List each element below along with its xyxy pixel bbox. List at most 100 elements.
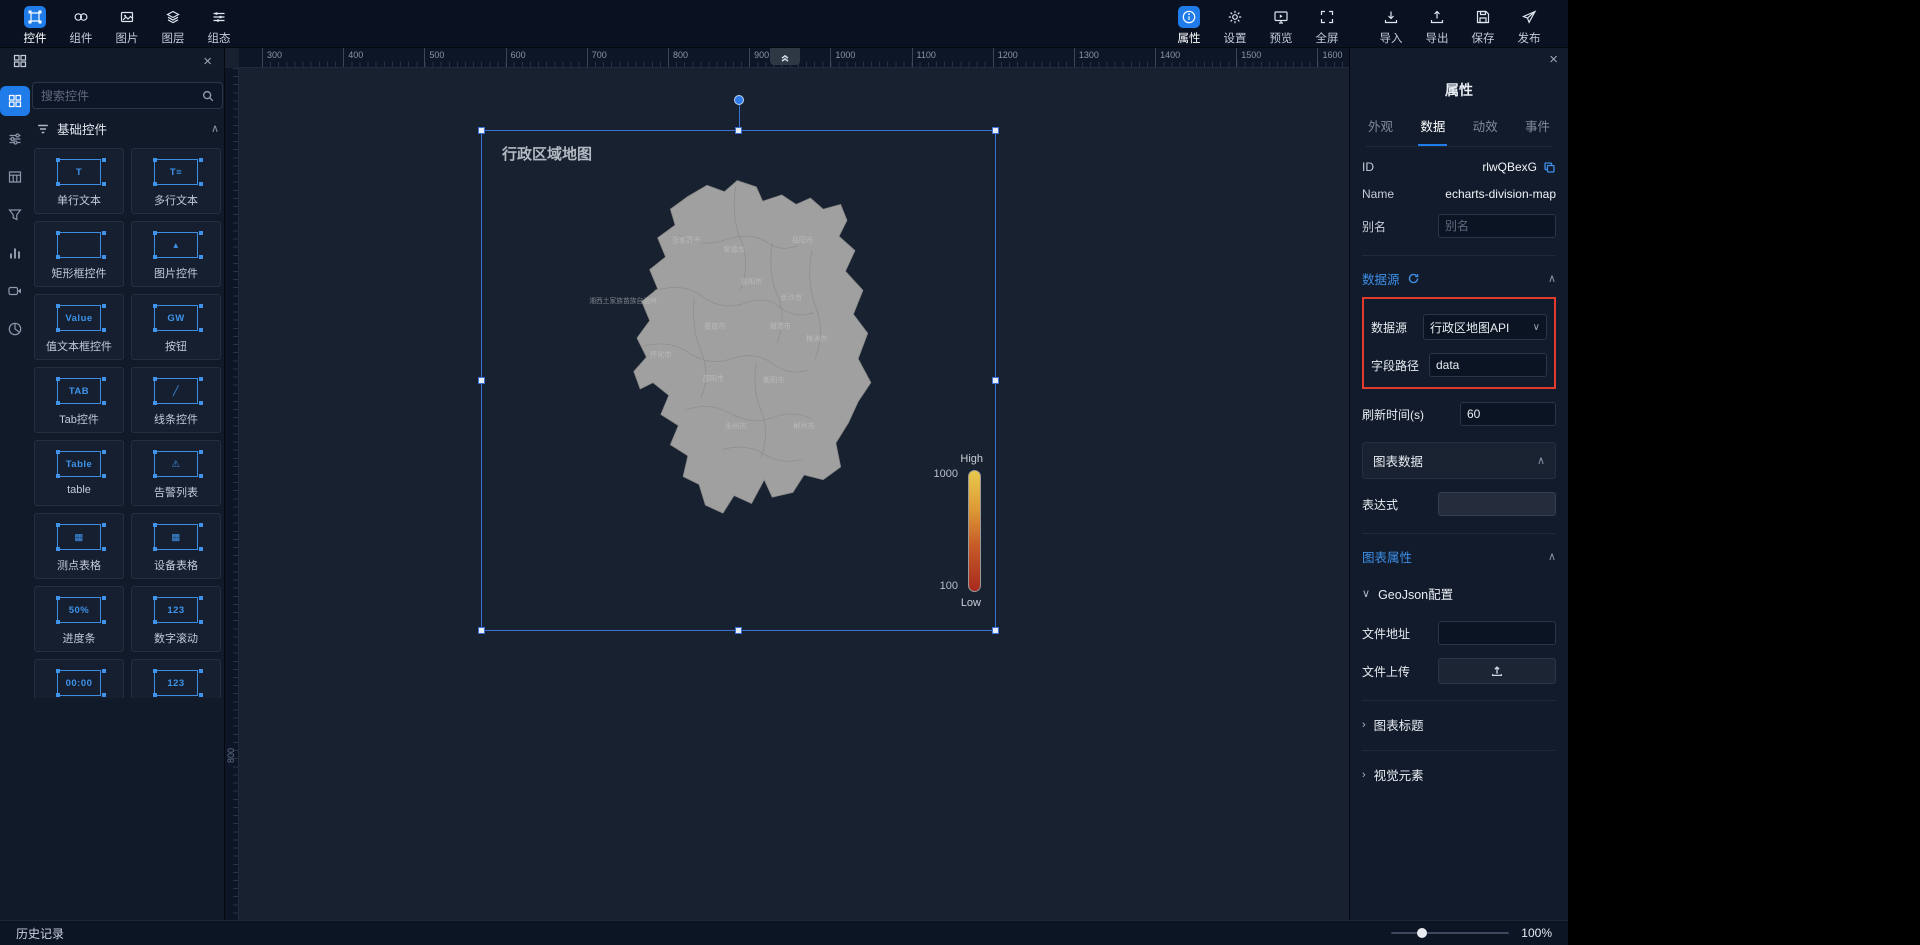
svg-text:郴州市: 郴州市 [793,422,814,431]
toolbar-item-export[interactable]: 导出 [1414,1,1460,46]
close-icon[interactable]: × [1549,51,1558,68]
close-icon[interactable]: × [203,54,212,69]
widget-card-icon: ▦ [154,524,198,550]
section-chart-attrs[interactable]: 图表属性 ∧ [1362,533,1556,566]
tab-appearance[interactable]: 外观 [1366,116,1395,146]
toolbar-item-components[interactable]: 组件 [58,1,104,46]
toolbar-item-layers[interactable]: 图层 [150,1,196,46]
zoom-slider-knob[interactable] [1417,928,1427,938]
section-datasource[interactable]: 数据源 ∧ [1362,255,1556,288]
field-path-input[interactable] [1429,353,1547,377]
widget-card-multi-text[interactable]: T≡多行文本 [131,148,221,214]
province-map: 湘西土家族苗族自治州 张家界市 常德市 益阳市 岳阳市 长沙市 娄底市 湘潭市 … [567,163,917,537]
file-address-input[interactable] [1438,621,1556,645]
zoom-slider[interactable] [1391,932,1509,934]
svg-text:湘潭市: 湘潭市 [769,322,790,331]
group-geojson-config[interactable]: ∨ GeoJson配置 [1362,584,1556,603]
rail-item-video[interactable] [0,276,30,306]
widget-card-clock[interactable]: 00:00 [34,659,124,698]
resize-handle-top-left[interactable] [478,127,485,134]
widget-card-point-table[interactable]: ▦测点表格 [34,513,124,579]
rail-item-pie[interactable] [0,314,30,344]
toolbar-item-settings[interactable]: 设置 [1212,1,1258,46]
highlight-box: 数据源 行政区地图API ∨ 字段路径 [1362,297,1556,389]
layers-icon [162,6,184,28]
toolbar-item-publish[interactable]: 发布 [1506,1,1552,46]
section-basic-widgets[interactable]: 基础控件 ∧ [32,109,223,146]
resize-handle-top-middle[interactable] [735,127,742,134]
group-chart-title[interactable]: › 图表标题 [1362,700,1556,734]
fullscreen-icon [1316,6,1338,28]
refresh-time-input[interactable] [1460,402,1556,426]
expression-input[interactable] [1438,492,1556,516]
widget-card-counter[interactable]: 123 [131,659,221,698]
widget-card-line[interactable]: ╱线条控件 [131,367,221,433]
group-visual-elements[interactable]: › 视觉元素 [1362,750,1556,784]
toolbar-item-save[interactable]: 保存 [1460,1,1506,46]
toolbar-item-fullscreen[interactable]: 全屏 [1304,1,1350,46]
widget-card-value-text[interactable]: Value值文本框控件 [34,294,124,360]
rail-item-charts[interactable] [0,238,30,268]
widget-card-image[interactable]: ▴图片控件 [131,221,221,287]
widget-card-button[interactable]: GW按钮 [131,294,221,360]
tab-events[interactable]: 事件 [1523,116,1552,146]
resize-handle-top-right[interactable] [992,127,999,134]
toolbar-item-preview[interactable]: 预览 [1258,1,1304,46]
resize-handle-bottom-middle[interactable] [735,627,742,634]
widget-card-tab[interactable]: TABTab控件 [34,367,124,433]
svg-text:衡阳市: 衡阳市 [763,376,784,385]
toolbar-item-images[interactable]: 图片 [104,1,150,46]
tab-animation[interactable]: 动效 [1471,116,1500,146]
chevron-up-icon: ∧ [211,122,219,135]
status-bar: 历史记录 100% [0,920,1568,945]
toolbar-item-label: 导出 [1426,30,1449,46]
visual-map-legend: High 1000 100 Low [913,453,985,623]
widget-card-icon: ⚠ [154,451,198,477]
file-upload-button[interactable] [1438,658,1556,684]
rail-item-sliders[interactable] [0,124,30,154]
toolbar-item-import[interactable]: 导入 [1368,1,1414,46]
widget-card-alarm-list[interactable]: ⚠告警列表 [131,440,221,506]
widget-card-number-scroll[interactable]: 123数字滚动 [131,586,221,652]
widget-card-icon: 50% [57,597,101,623]
chevron-down-icon: ∨ [1362,587,1370,600]
widget-card-table[interactable]: Tabletable [34,440,124,506]
toolbar-item-properties[interactable]: 属性 [1166,1,1212,46]
tab-data[interactable]: 数据 [1418,116,1447,146]
resize-handle-middle-right[interactable] [992,377,999,384]
widget-name-value: echarts-division-map [1445,187,1556,201]
resize-handle-bottom-right[interactable] [992,627,999,634]
resize-handle-middle-left[interactable] [478,377,485,384]
section-chart-data[interactable]: 图表数据 ∧ [1362,442,1556,479]
gear-icon [1224,6,1246,28]
toolbar-item-config[interactable]: 组态 [196,1,242,46]
chevron-up-icon: ∧ [1548,550,1556,563]
info-icon [1178,6,1200,28]
resize-handle-bottom-left[interactable] [478,627,485,634]
rotation-handle[interactable] [734,95,744,105]
rail-item-tables[interactable] [0,162,30,192]
widget-card-single-text[interactable]: T单行文本 [34,148,124,214]
toolbar-item-label: 控件 [24,30,47,46]
copy-icon[interactable] [1543,161,1556,174]
search-input[interactable] [41,89,196,103]
history-button[interactable]: 历史记录 [16,925,64,942]
rail-item-basic-widgets[interactable] [0,86,30,116]
design-canvas[interactable]: 300 400 500 600 700 800 900 1000 1100 12… [225,48,1349,920]
ruler-collapse-tab[interactable] [770,48,800,65]
map-widget[interactable]: 行政区域地图 湘西土家族苗族自治州 张家界市 [481,130,996,631]
expression-row: 表达式 [1362,492,1556,516]
datasource-select[interactable]: 行政区地图API ∨ [1423,314,1547,340]
refresh-icon[interactable] [1407,272,1420,285]
svg-text:娄底市: 娄底市 [704,322,725,331]
widget-card-rect[interactable]: 矩形框控件 [34,221,124,287]
svg-text:湘西土家族苗族自治州: 湘西土家族苗族自治州 [589,296,657,305]
toolbar-item-widgets[interactable]: 控件 [12,1,58,46]
widget-card-device-table[interactable]: ▦设备表格 [131,513,221,579]
alias-input[interactable] [1438,214,1556,238]
widget-search [32,82,223,109]
rail-item-filter[interactable] [0,200,30,230]
widget-library-panel: × [0,48,225,920]
widget-card-progress[interactable]: 50%进度条 [34,586,124,652]
toolbar-right-group: 属性 设置 预览 全屏 [1166,1,1568,46]
